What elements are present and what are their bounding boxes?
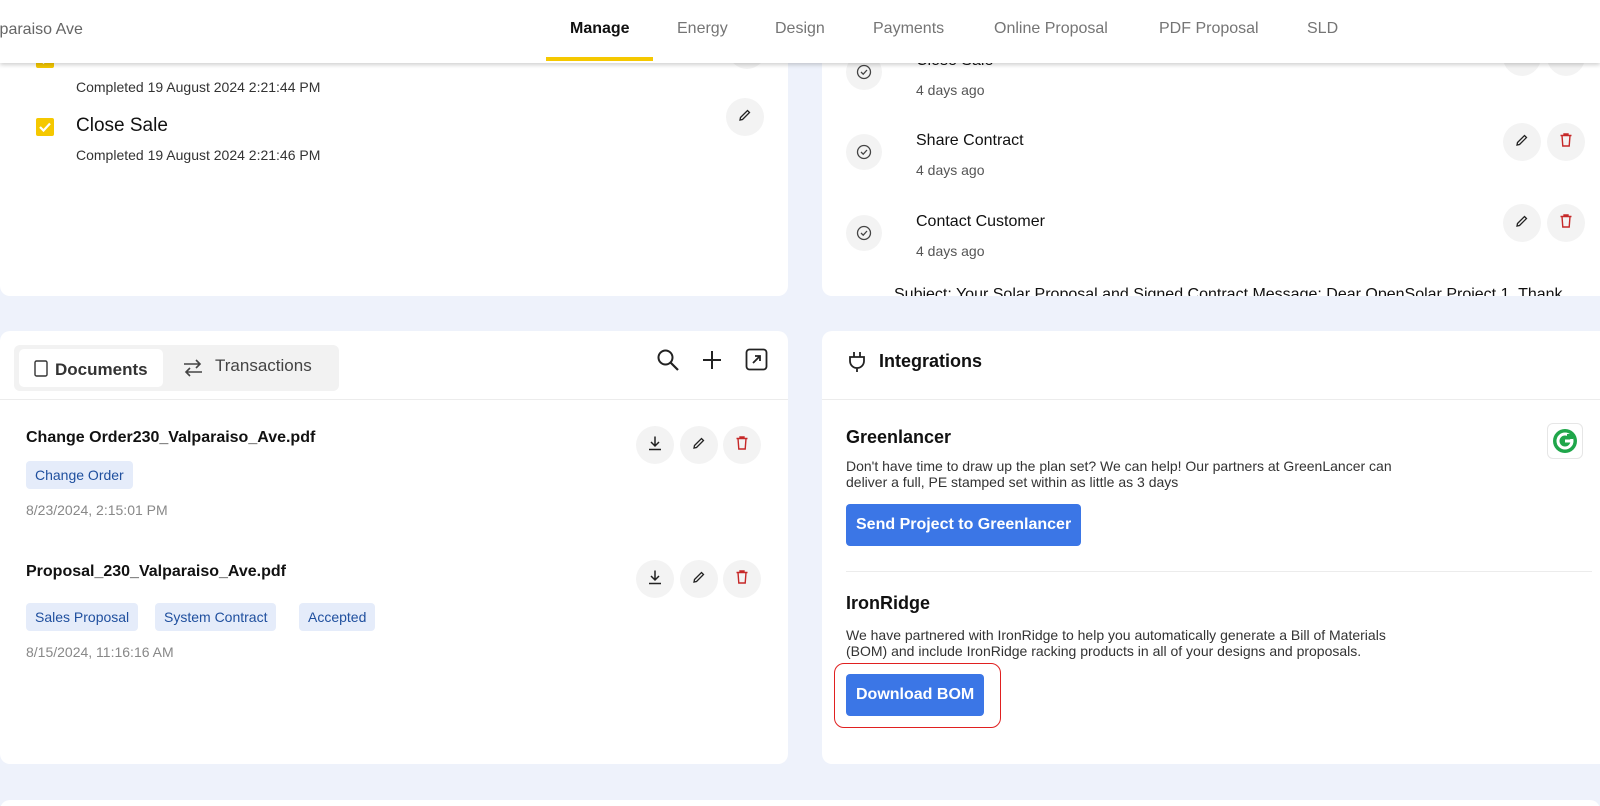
document-name[interactable]: Change Order230_Valparaiso_Ave.pdf [26,429,315,447]
activity-delete-button[interactable] [1547,123,1585,161]
tab-manage[interactable]: Manage [570,20,630,38]
divider [0,399,788,400]
ironridge-title: IronRidge [846,593,930,613]
divider [846,571,1592,572]
tab-pdf-proposal[interactable]: PDF Proposal [1159,20,1259,38]
trash-icon [735,569,749,590]
activity-delete-button[interactable] [1547,204,1585,242]
greenlancer-logo [1547,423,1583,459]
document-icon [34,360,48,382]
greenlancer-title: Greenlancer [846,427,952,447]
tab-documents[interactable]: Documents [19,349,163,387]
integrations-card: Integrations Greenlancer Don't have time… [822,331,1600,764]
task-completed-date: Completed 19 August 2024 2:21:44 PM [76,79,321,95]
download-button[interactable] [636,426,674,464]
pencil-icon [692,570,706,589]
download-icon [647,569,663,590]
activity-time: 4 days ago [916,243,985,259]
trash-icon [1559,213,1573,234]
download-bom-button[interactable]: Download BOM [846,674,985,716]
task-completed-date: Completed 19 August 2024 2:21:46 PM [76,147,321,163]
edit-button[interactable] [680,426,718,464]
check-circle-icon [846,134,882,170]
pencil-icon [738,108,752,127]
activity-time: 4 days ago [916,82,985,98]
tab-documents-label: Documents [55,360,148,379]
bottom-card [0,800,1600,806]
plug-icon [848,351,866,378]
activity-card: Close Sale 4 days ago Share Contract 4 d… [822,40,1600,296]
search-icon[interactable] [656,348,680,377]
trash-icon [735,435,749,456]
activity-title: Share Contract [916,132,1024,149]
tab-energy[interactable]: Energy [677,20,728,38]
greenlancer-description: Don't have time to draw up the plan set?… [846,458,1392,490]
task-edit-button[interactable] [726,98,764,136]
swap-arrows-icon [182,359,204,382]
send-to-greenlancer-button[interactable]: Send Project to Greenlancer [846,504,1082,546]
activity-time: 4 days ago [916,162,985,178]
top-navigation-bar: lparaiso Ave Manage Energy Design Paymen… [0,0,1600,63]
document-name[interactable]: Proposal_230_Valparaiso_Ave.pdf [26,563,286,581]
check-circle-icon [846,215,882,251]
pencil-icon [1515,214,1529,233]
documents-tab-switcher: Documents Transactions [14,345,339,391]
document-date: 8/15/2024, 11:16:16 AM [26,644,174,660]
tasks-card: Share Contract Completed 19 August 2024 … [0,40,788,296]
document-tag: System Contract [155,603,277,631]
download-button[interactable] [636,560,674,598]
ironridge-description: We have partnered with IronRidge to help… [846,627,1386,659]
tab-online-proposal[interactable]: Online Proposal [994,20,1108,38]
task-title: Close Sale [76,115,168,136]
edit-button[interactable] [680,560,718,598]
pencil-icon [692,436,706,455]
activity-title: Contact Customer [916,213,1045,230]
active-tab-indicator [546,57,653,61]
checkbox-checked-icon[interactable] [36,118,54,136]
integrations-title: Integrations [879,351,983,371]
document-date: 8/23/2024, 2:15:01 PM [26,502,168,518]
tab-transactions[interactable]: Transactions [215,356,312,376]
tab-payments[interactable]: Payments [873,20,944,38]
pencil-icon [1515,133,1529,152]
activity-edit-button[interactable] [1503,204,1541,242]
activity-message-preview: Subject: Your Solar Proposal and Signed … [894,286,1563,296]
divider [822,399,1600,400]
tab-sld[interactable]: SLD [1307,20,1338,38]
document-tag: Change Order [26,461,133,489]
trash-icon [1559,132,1573,153]
open-external-icon[interactable] [745,348,768,376]
add-icon[interactable] [702,350,722,375]
delete-button[interactable] [723,426,761,464]
document-tag: Sales Proposal [26,603,139,631]
documents-card: Documents Transactions Change Order230_V… [0,331,788,764]
document-tag: Accepted [299,603,376,631]
delete-button[interactable] [723,560,761,598]
project-tabs: Manage Energy Design Payments Online Pro… [0,0,1600,63]
tab-design[interactable]: Design [775,20,825,38]
download-icon [647,435,663,456]
activity-edit-button[interactable] [1503,123,1541,161]
